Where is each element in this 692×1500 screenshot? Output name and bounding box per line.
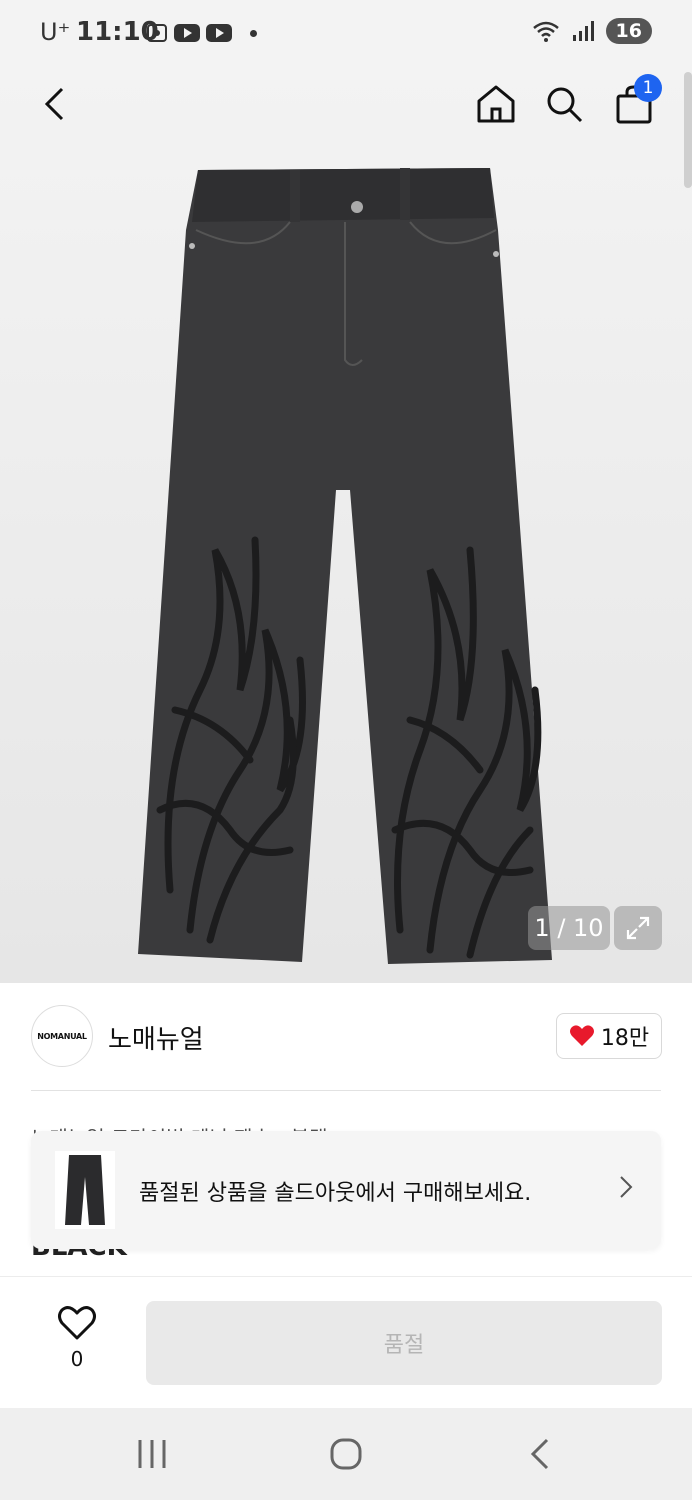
recent-apps-icon: [138, 1440, 166, 1468]
back-button[interactable]: [32, 82, 76, 126]
recent-apps-button[interactable]: [132, 1436, 172, 1472]
image-pager: 1 / 10: [528, 906, 610, 950]
chevron-right-icon: [620, 1176, 633, 1198]
home-icon: [477, 85, 515, 123]
soldout-banner-text: 품절된 상품을 솔드아웃에서 구매해보세요.: [139, 1181, 532, 1206]
youtube-icon: [174, 24, 200, 42]
divider: [31, 1090, 661, 1091]
heart-filled-icon: [569, 1025, 594, 1046]
wishlist-count: 0: [70, 1347, 84, 1371]
product-image-gallery[interactable]: [0, 70, 692, 983]
brand-logo[interactable]: NOMANUAL: [31, 1005, 93, 1067]
battery-indicator: 16: [605, 18, 652, 44]
expand-image-button[interactable]: [614, 906, 662, 950]
screenshot-icon: [147, 24, 167, 42]
scrollbar[interactable]: [684, 72, 692, 188]
carrier-label: U⁺: [40, 18, 71, 46]
jeans-thumbnail: [65, 1155, 105, 1225]
bottom-action-bar: 0 품절: [0, 1276, 692, 1409]
cart-button[interactable]: 1: [612, 74, 662, 126]
notification-icons: [146, 22, 257, 44]
soldout-promo-banner[interactable]: 품절된 상품을 솔드아웃에서 구매해보세요.: [31, 1131, 661, 1249]
signal-icon: [572, 21, 594, 41]
top-navigation: 1: [0, 70, 692, 134]
system-navigation-bar: [0, 1408, 692, 1500]
soldout-button[interactable]: 품절: [146, 1301, 662, 1385]
brand-row[interactable]: NOMANUAL 노매뉴얼 18만: [0, 983, 692, 1091]
youtube-icon-2: [206, 24, 232, 42]
wishlist-button[interactable]: 0: [56, 1305, 98, 1371]
product-image-jeans: [138, 168, 552, 964]
brand-name[interactable]: 노매뉴얼: [108, 1019, 204, 1056]
status-bar: U⁺ 11:10 16: [0, 0, 692, 70]
wifi-icon: [532, 21, 559, 42]
more-notifications-dot: [250, 29, 257, 37]
home-system-button[interactable]: [326, 1436, 366, 1472]
expand-icon: [626, 916, 650, 940]
brand-like-count: 18만: [600, 1026, 650, 1051]
heart-outline-icon: [58, 1306, 96, 1340]
back-system-button[interactable]: [520, 1436, 560, 1472]
search-button[interactable]: [542, 82, 586, 126]
home-circle-icon: [330, 1438, 362, 1470]
brand-like-button[interactable]: 18만: [556, 1013, 662, 1059]
search-icon: [547, 87, 583, 123]
cart-count-badge: 1: [634, 74, 662, 102]
chevron-left-icon: [44, 87, 64, 121]
home-button[interactable]: [474, 82, 518, 126]
back-chevron-icon: [530, 1438, 549, 1470]
banner-product-thumbnail: [55, 1151, 115, 1229]
